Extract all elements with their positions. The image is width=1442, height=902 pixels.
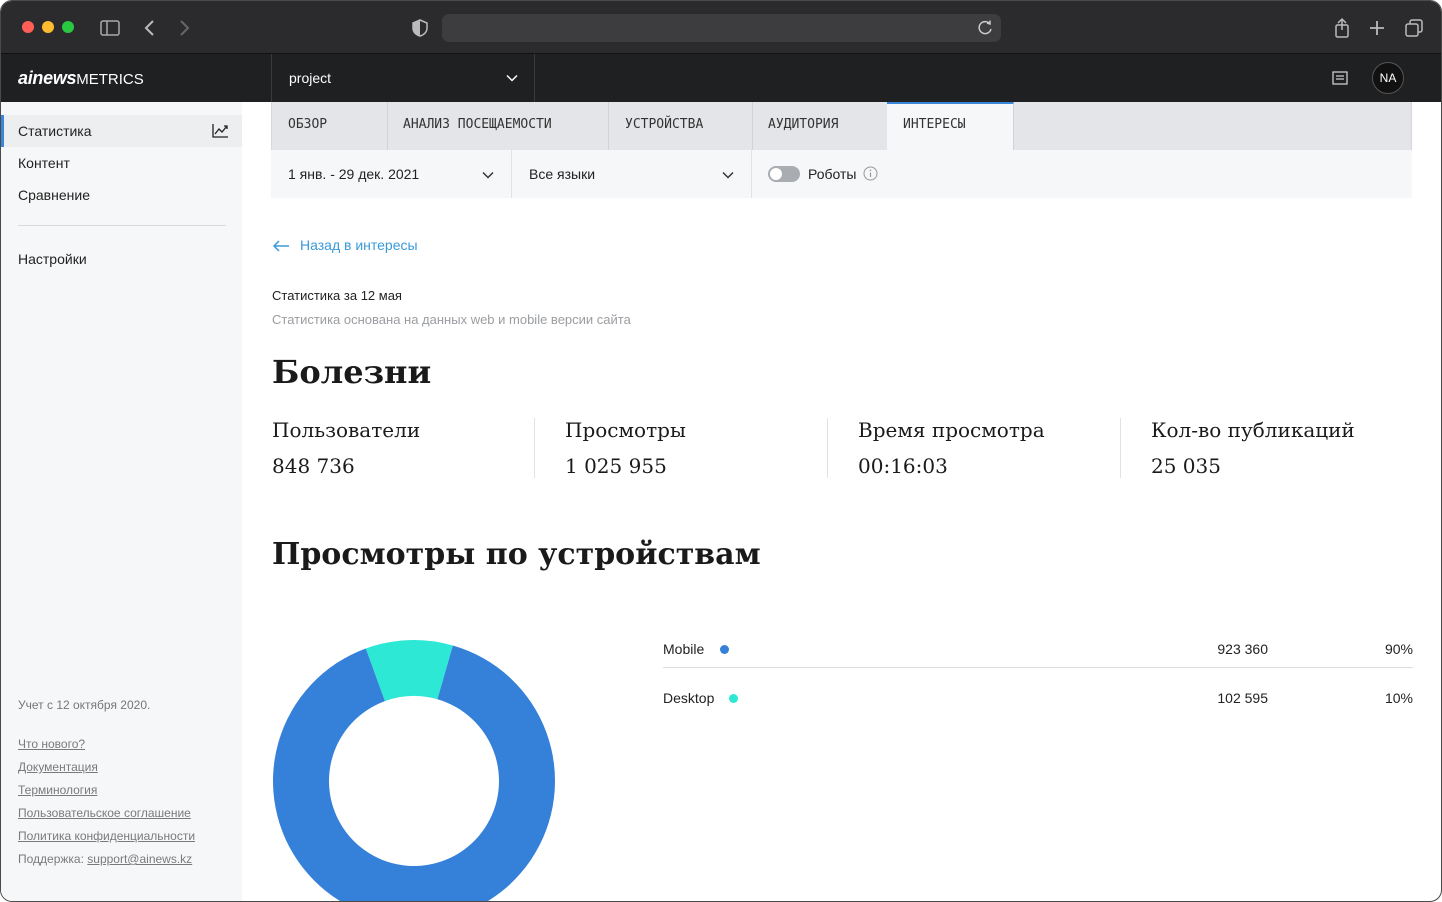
- chevron-down-icon: [722, 171, 734, 179]
- news-icon[interactable]: [1332, 71, 1348, 85]
- privacy-policy-link[interactable]: Политика конфиденциальности: [18, 829, 195, 843]
- donut-svg: [273, 640, 555, 901]
- metric-users: Пользователи 848 736: [272, 418, 522, 478]
- sidebar-item-settings[interactable]: Настройки: [1, 243, 242, 275]
- date-range-select[interactable]: 1 янв. - 29 дек. 2021: [271, 150, 512, 198]
- address-bar[interactable]: [442, 14, 1001, 42]
- tracking-since-note: Учет с 12 октября 2020.: [18, 698, 151, 712]
- tab-traffic-analysis[interactable]: АНАЛИЗ ПОСЕЩАЕМОСТИ: [387, 102, 609, 150]
- language-select[interactable]: Все языки: [512, 150, 752, 198]
- metric-divider: [534, 418, 535, 478]
- sidebar-item-content[interactable]: Контент: [1, 147, 242, 179]
- legend-percent: 90%: [1384, 641, 1413, 657]
- sidebar-item-label: Настройки: [18, 251, 87, 267]
- metric-label: Кол-во публикаций: [1151, 418, 1355, 442]
- close-window-button[interactable]: [22, 21, 34, 33]
- filters-bar: 1 янв. - 29 дек. 2021 Все языки Роботы: [271, 150, 1412, 198]
- line-chart-icon: [212, 124, 228, 138]
- share-icon[interactable]: [1331, 17, 1353, 39]
- sidebar-item-label: Сравнение: [18, 187, 90, 203]
- section-tabs: ОБЗОР АНАЛИЗ ПОСЕЩАЕМОСТИ УСТРОЙСТВА АУД…: [271, 102, 1412, 150]
- stat-date: Статистика за 12 мая: [272, 288, 402, 303]
- legend-divider: [663, 667, 1413, 668]
- sidebar-item-statistics[interactable]: Статистика: [1, 115, 242, 147]
- tab-devices[interactable]: УСТРОЙСТВА: [609, 102, 753, 150]
- metric-label: Время просмотра: [858, 418, 1045, 442]
- new-tab-icon[interactable]: [1366, 17, 1388, 39]
- sidebar-toggle-icon[interactable]: [99, 17, 121, 39]
- sidebar-item-comparison[interactable]: Сравнение: [1, 179, 242, 211]
- robots-label: Роботы: [808, 166, 857, 182]
- arrow-left-icon: [272, 240, 289, 252]
- whats-new-link[interactable]: Что нового?: [18, 737, 85, 751]
- project-selector[interactable]: project: [271, 54, 535, 102]
- app-header: ainewsMETRICS project NA: [1, 54, 1441, 102]
- legend-percent: 10%: [1384, 690, 1413, 706]
- legend-dot-mobile: [720, 645, 729, 654]
- back-arrow-icon[interactable]: [139, 17, 161, 39]
- back-link-label: Назад в интересы: [300, 237, 418, 253]
- metric-publications: Кол-во публикаций 25 035: [1151, 418, 1411, 478]
- sidebar-item-label: Статистика: [18, 123, 92, 139]
- forward-arrow-icon[interactable]: [173, 17, 195, 39]
- tab-interests[interactable]: ИНТЕРЕСЫ: [887, 102, 1014, 150]
- robots-toggle[interactable]: [768, 166, 800, 182]
- user-avatar[interactable]: NA: [1372, 62, 1404, 94]
- metric-value: 25 035: [1151, 454, 1221, 478]
- legend-row-mobile: Mobile 923 360 90%: [663, 631, 1413, 679]
- date-range-value: 1 янв. - 29 дек. 2021: [288, 166, 420, 182]
- legend-value: 102 595: [1217, 690, 1268, 706]
- zoom-window-button[interactable]: [62, 21, 74, 33]
- browser-window: ainewsMETRICS project NA Статистика Конт…: [0, 0, 1442, 902]
- support-email-link[interactable]: support@ainews.kz: [87, 852, 192, 866]
- documentation-link[interactable]: Документация: [18, 760, 98, 774]
- legend-label: Mobile: [663, 641, 705, 657]
- tab-overview[interactable]: ОБЗОР: [272, 102, 388, 150]
- metric-value: 00:16:03: [858, 454, 948, 478]
- minimize-window-button[interactable]: [42, 21, 54, 33]
- shield-icon[interactable]: [409, 17, 431, 39]
- terminology-link[interactable]: Терминология: [18, 783, 97, 797]
- tab-audience[interactable]: АУДИТОРИЯ: [752, 102, 888, 150]
- user-agreement-link[interactable]: Пользовательское соглашение: [18, 806, 191, 820]
- legend-row-desktop: Desktop 102 595 10%: [663, 680, 1413, 728]
- device-donut-chart: [272, 639, 556, 901]
- sidebar-item-label: Контент: [18, 155, 70, 171]
- sidebar-divider: [18, 225, 226, 226]
- chevron-down-icon: [482, 171, 494, 179]
- stat-source-note: Статистика основана на данных web и mobi…: [272, 312, 631, 327]
- language-value: Все языки: [529, 166, 596, 182]
- metric-views: Просмотры 1 025 955: [565, 418, 815, 478]
- metric-value: 1 025 955: [565, 454, 667, 478]
- metric-value: 848 736: [272, 454, 355, 478]
- sidebar: Статистика Контент Сравнение Настройки У…: [1, 102, 242, 901]
- reload-icon[interactable]: [977, 19, 995, 37]
- page-title: Болезни: [272, 353, 432, 391]
- legend-dot-desktop: [729, 694, 738, 703]
- metric-view-time: Время просмотра 00:16:03: [858, 418, 1108, 478]
- logo-bold-text: ainews: [18, 68, 77, 88]
- devices-section-title: Просмотры по устройствам: [272, 537, 761, 572]
- browser-toolbar: [1, 1, 1441, 54]
- support-label: Поддержка:: [18, 852, 84, 866]
- metric-divider: [827, 418, 828, 478]
- support-info: Поддержка: support@ainews.kz: [18, 852, 192, 866]
- legend-value: 923 360: [1217, 641, 1268, 657]
- logo-metrics-text: METRICS: [76, 71, 144, 88]
- metric-label: Просмотры: [565, 418, 686, 442]
- metric-divider: [1120, 418, 1121, 478]
- metric-label: Пользователи: [272, 418, 421, 442]
- project-name: project: [289, 70, 332, 86]
- info-icon[interactable]: [863, 166, 878, 181]
- tab-overview-icon[interactable]: [1403, 17, 1425, 39]
- chevron-down-icon: [506, 74, 518, 82]
- app-logo[interactable]: ainewsMETRICS: [18, 68, 144, 89]
- legend-label: Desktop: [663, 690, 715, 706]
